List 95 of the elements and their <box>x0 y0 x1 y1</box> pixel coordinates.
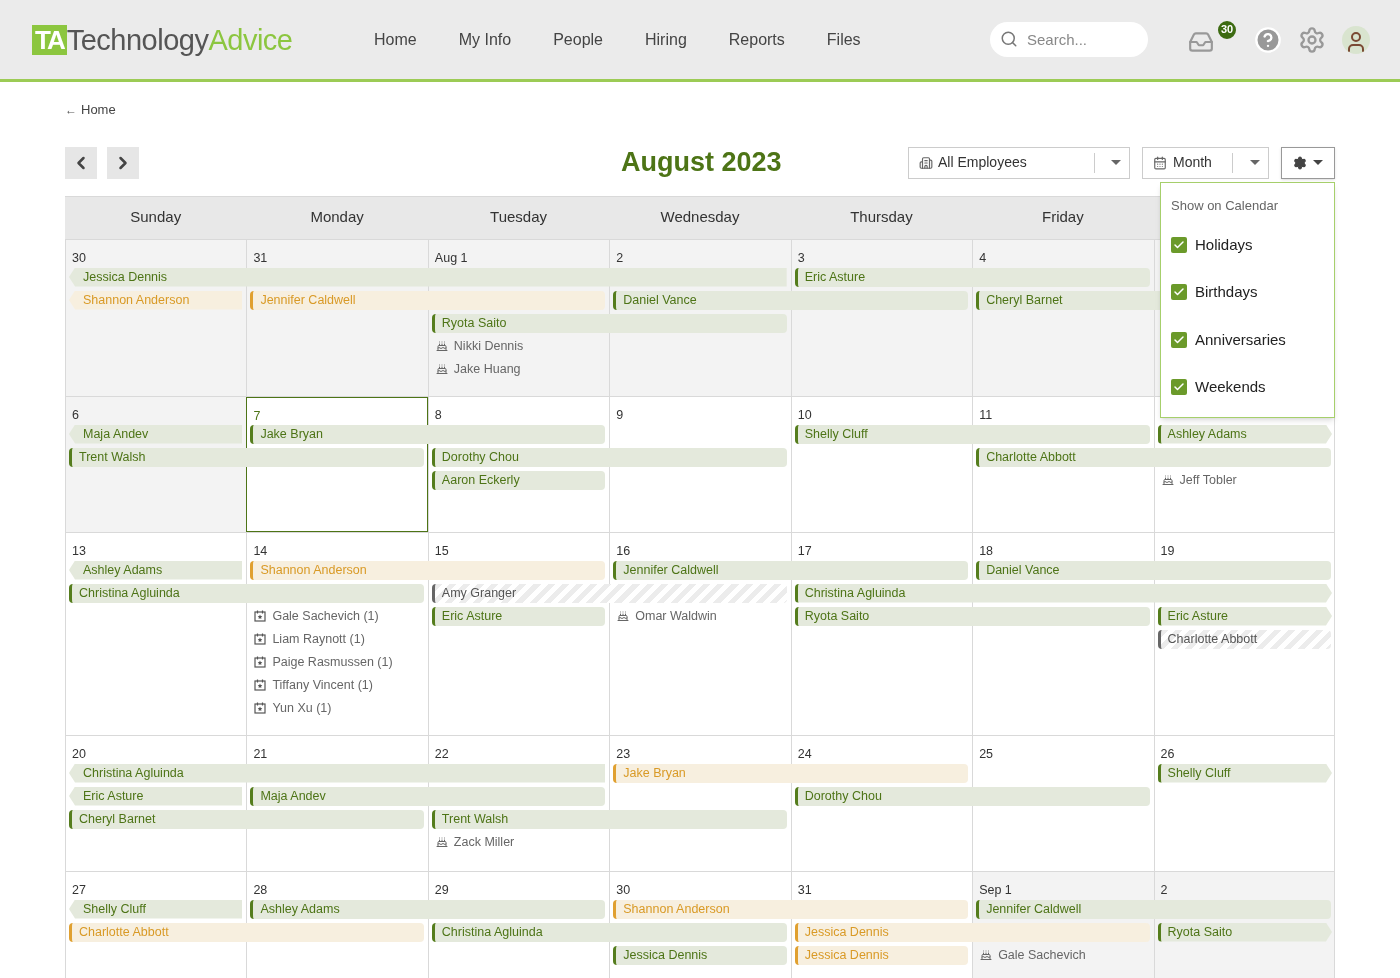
cake-icon <box>435 363 448 375</box>
day-number: 2 <box>616 250 624 265</box>
day-number: 16 <box>616 543 631 558</box>
menu-option[interactable]: Holidays <box>1161 221 1334 269</box>
calendar-note[interactable]: Jake Huang <box>453 359 521 379</box>
day-number: 15 <box>434 543 449 558</box>
settings-button[interactable] <box>1281 146 1335 179</box>
cake-icon <box>617 610 630 622</box>
day-number: 14 <box>253 543 268 558</box>
day-number: 17 <box>797 543 812 558</box>
logo-wordmark: TechnologyAdvice <box>66 24 293 55</box>
day-number: 6 <box>72 407 79 422</box>
day-number: 25 <box>979 746 994 761</box>
day-number: 31 <box>253 250 268 265</box>
calendar-icon <box>1153 155 1167 170</box>
calendar-note[interactable]: Jeff Tobler <box>1179 470 1237 490</box>
day-number: 2 <box>1160 882 1168 897</box>
calendar-note[interactable]: Tiffany Vincent (1) <box>272 675 373 695</box>
breadcrumb-link[interactable]: Home <box>81 100 116 120</box>
day-number: 30 <box>72 250 86 265</box>
cake-icon <box>435 836 448 848</box>
weekday-label: Wednesday <box>659 207 741 228</box>
day-number: 19 <box>1160 543 1175 558</box>
gear-icon <box>1293 155 1307 170</box>
day-number: 28 <box>253 882 268 897</box>
logo-mark: TA <box>32 24 67 55</box>
weekday-label: Friday <box>1041 207 1085 228</box>
nav-link[interactable]: My Info <box>458 27 512 52</box>
day-number: Sep 1 <box>979 882 1012 897</box>
month-title: August 2023 <box>621 146 782 180</box>
day-number: 29 <box>434 882 449 897</box>
nav-link[interactable]: Hiring <box>645 27 687 52</box>
day-number: 22 <box>434 746 449 761</box>
calendar-note[interactable]: Zack Miller <box>453 832 515 852</box>
day-number: 20 <box>72 746 86 761</box>
employee-select[interactable]: All Employees <box>908 146 1130 179</box>
caret-icon <box>1111 160 1121 165</box>
day-number: 18 <box>979 543 994 558</box>
checkbox[interactable] <box>1171 331 1187 348</box>
check-icon <box>1173 333 1185 346</box>
day-number: 4 <box>979 250 987 265</box>
nav-link[interactable]: People <box>553 27 603 52</box>
settings-icon[interactable] <box>1298 25 1326 54</box>
day-number: 23 <box>616 746 631 761</box>
menu-heading: Show on Calendar <box>1170 196 1279 215</box>
calendar-note[interactable]: Liam Raynott (1) <box>272 629 365 649</box>
notification-badge: 30 <box>1216 18 1238 41</box>
day-number: Aug 1 <box>434 250 468 265</box>
nav-link[interactable]: Files <box>826 27 861 52</box>
search-icon <box>1000 30 1018 48</box>
day-number: 31 <box>797 882 812 897</box>
day-number: 11 <box>979 407 993 422</box>
calendar-note[interactable]: Omar Waldwin <box>635 606 717 626</box>
day-number: 27 <box>72 882 86 897</box>
cake-icon <box>435 340 448 352</box>
calendar-note[interactable]: Paige Rasmussen (1) <box>272 652 393 672</box>
day-number: 24 <box>797 746 812 761</box>
view-select[interactable]: Month <box>1142 146 1269 179</box>
building-icon <box>919 155 933 170</box>
checkbox[interactable] <box>1171 379 1187 396</box>
previous-button[interactable] <box>65 146 97 179</box>
nav-link[interactable]: Reports <box>728 27 785 52</box>
weekday-label: Thursday <box>849 207 914 228</box>
menu-option[interactable]: Anniversaries <box>1161 316 1334 364</box>
caret-icon <box>1250 160 1260 165</box>
weekday-label: Monday <box>309 207 365 228</box>
back-arrow: ← <box>65 101 77 119</box>
nav-link[interactable]: Home <box>374 27 417 52</box>
calendar-note[interactable]: Gale Sachevich (1) <box>272 606 379 626</box>
help-icon[interactable] <box>1254 25 1282 54</box>
calendar-note[interactable]: Yun Xu (1) <box>272 698 332 718</box>
day-number: 30 <box>616 882 631 897</box>
day-number: 3 <box>797 250 805 265</box>
weekday-label: Tuesday <box>489 207 549 228</box>
checkbox[interactable] <box>1171 284 1187 301</box>
avatar[interactable] <box>1342 25 1370 54</box>
day-number: 26 <box>1160 746 1175 761</box>
search-field[interactable]: Search... <box>990 22 1148 57</box>
day-number: 8 <box>434 407 442 422</box>
weekday-label: Sunday <box>129 207 183 228</box>
calendar-note[interactable]: Nikki Dennis <box>453 336 524 356</box>
cake-icon <box>1161 474 1174 486</box>
next-button[interactable] <box>107 146 139 179</box>
checkbox[interactable] <box>1171 236 1187 253</box>
cake-icon <box>980 949 993 961</box>
day-number: 7 <box>253 408 261 423</box>
caret-icon <box>1313 160 1323 165</box>
day-number: 9 <box>616 407 624 422</box>
calendar-note[interactable]: Gale Sachevich <box>998 945 1086 965</box>
day-number: 21 <box>253 746 268 761</box>
check-icon <box>1173 238 1185 251</box>
day-number: 10 <box>797 407 812 422</box>
menu-option[interactable]: Birthdays <box>1161 268 1334 316</box>
menu-option[interactable]: Weekends <box>1161 363 1334 411</box>
day-number: 13 <box>72 543 86 558</box>
